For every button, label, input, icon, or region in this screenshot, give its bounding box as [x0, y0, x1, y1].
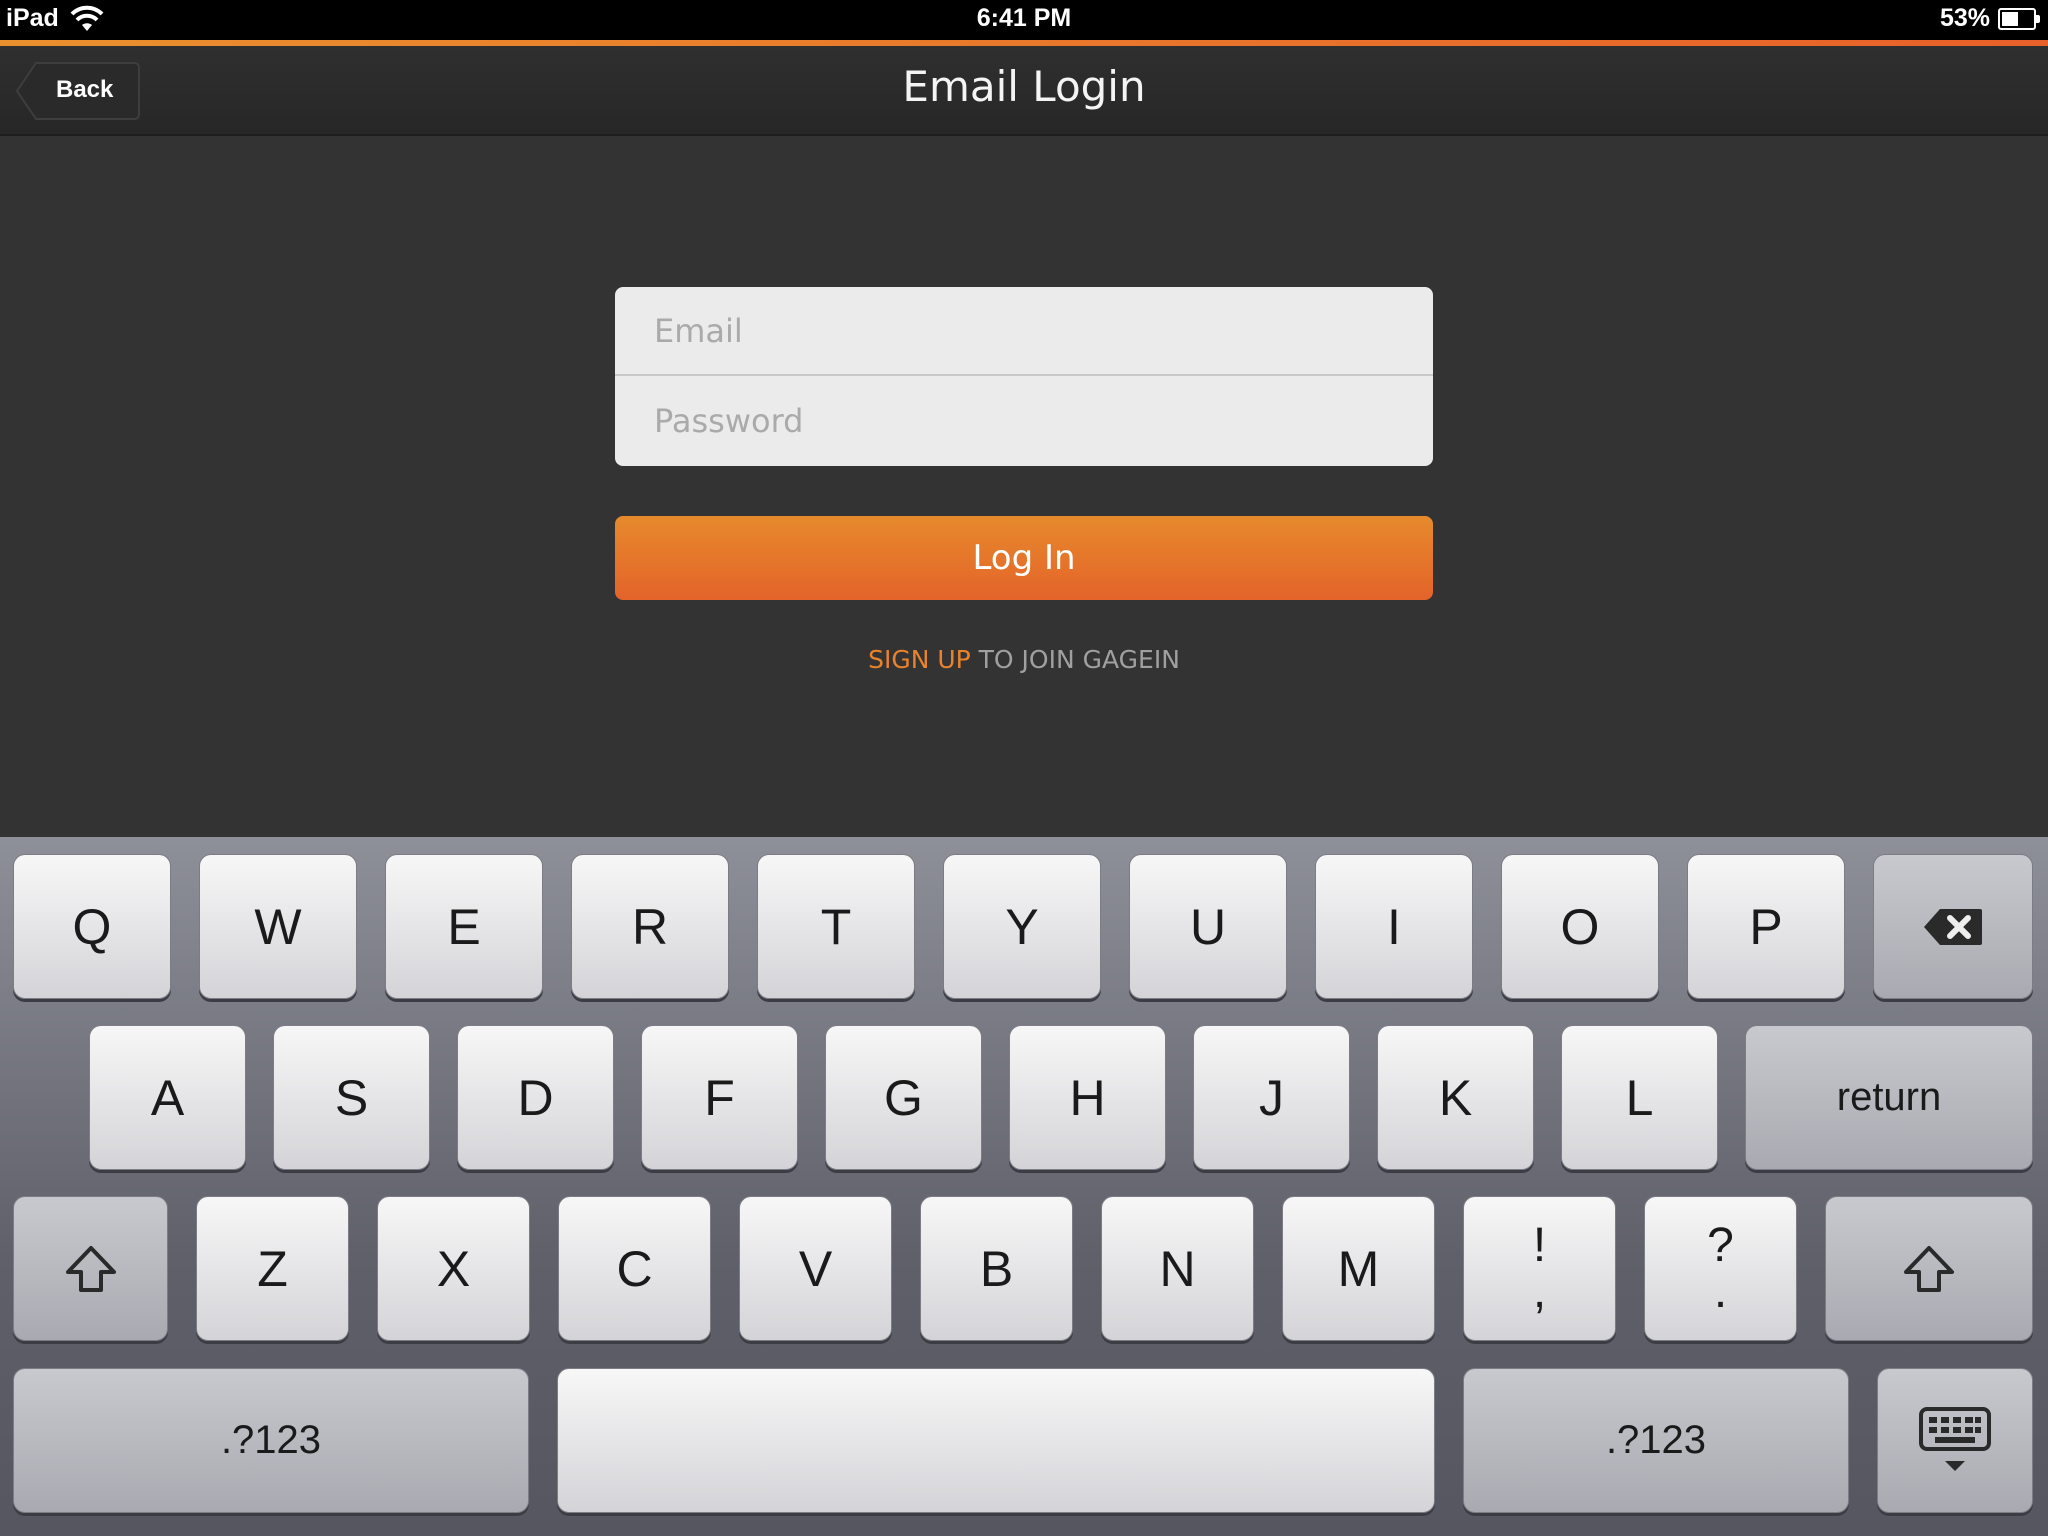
login-form: [615, 287, 1433, 466]
backspace-icon: [1924, 908, 1982, 945]
key-g[interactable]: G: [825, 1025, 982, 1170]
page-title: Email Login: [902, 62, 1146, 111]
key-y[interactable]: Y: [943, 854, 1101, 999]
key-exclaim-comma[interactable]: ! ,: [1463, 1196, 1616, 1341]
key-n[interactable]: N: [1101, 1196, 1254, 1341]
key-v[interactable]: V: [739, 1196, 892, 1341]
key-q[interactable]: Q: [13, 854, 171, 999]
backspace-key[interactable]: [1873, 854, 2033, 999]
key-question-bottom: .: [1713, 1264, 1728, 1318]
key-s[interactable]: S: [273, 1025, 430, 1170]
key-f[interactable]: F: [641, 1025, 798, 1170]
key-exclaim-top: !: [1532, 1218, 1547, 1272]
key-a[interactable]: A: [89, 1025, 246, 1170]
battery-percent: 53%: [1939, 4, 1990, 32]
password-field[interactable]: [615, 376, 1433, 466]
numbers-key-right[interactable]: .?123: [1463, 1368, 1849, 1513]
key-x[interactable]: X: [377, 1196, 530, 1341]
shift-icon: [65, 1245, 116, 1292]
status-bar: iPad 6:41 PM 53%: [0, 0, 2048, 40]
key-e[interactable]: E: [385, 854, 543, 999]
email-field[interactable]: [615, 287, 1433, 376]
hide-keyboard-icon: [1919, 1406, 1991, 1471]
numbers-key-left[interactable]: .?123: [13, 1368, 529, 1513]
key-t[interactable]: T: [757, 854, 915, 999]
status-right: 53%: [1939, 4, 2040, 33]
key-d[interactable]: D: [457, 1025, 614, 1170]
key-o[interactable]: O: [1501, 854, 1659, 999]
hide-keyboard-key[interactable]: [1877, 1368, 2033, 1513]
shift-icon: [1904, 1245, 1954, 1292]
return-key[interactable]: return: [1745, 1025, 2033, 1170]
status-time: 6:41 PM: [976, 4, 1072, 32]
signup-link[interactable]: SIGN UP: [868, 645, 971, 674]
key-k[interactable]: K: [1377, 1025, 1534, 1170]
key-h[interactable]: H: [1009, 1025, 1166, 1170]
key-j[interactable]: J: [1193, 1025, 1350, 1170]
key-l[interactable]: L: [1561, 1025, 1718, 1170]
keyboard: Q W E R T Y U I O P A S D F G H J K L re…: [0, 837, 2048, 1536]
key-b[interactable]: B: [920, 1196, 1073, 1341]
nav-bar: Back Email Login: [0, 46, 2048, 136]
key-u[interactable]: U: [1129, 854, 1287, 999]
key-m[interactable]: M: [1282, 1196, 1435, 1341]
key-r[interactable]: R: [571, 854, 729, 999]
key-p[interactable]: P: [1687, 854, 1845, 999]
key-question-top: ?: [1707, 1218, 1734, 1272]
login-button[interactable]: Log In: [615, 516, 1433, 600]
key-exclaim-bottom: ,: [1532, 1264, 1547, 1318]
key-question-period[interactable]: ? .: [1644, 1196, 1797, 1341]
key-i[interactable]: I: [1315, 854, 1473, 999]
key-w[interactable]: W: [199, 854, 357, 999]
shift-key-right[interactable]: [1825, 1196, 2033, 1341]
battery-icon: [1998, 7, 2040, 30]
signup-line: SIGN UP TO JOIN GAGEIN: [0, 645, 2048, 674]
key-z[interactable]: Z: [196, 1196, 349, 1341]
space-key[interactable]: [557, 1368, 1435, 1513]
signup-text: TO JOIN GAGEIN: [970, 645, 1180, 674]
key-c[interactable]: C: [558, 1196, 711, 1341]
shift-key-left[interactable]: [13, 1196, 168, 1341]
battery-level: [2002, 11, 2018, 26]
